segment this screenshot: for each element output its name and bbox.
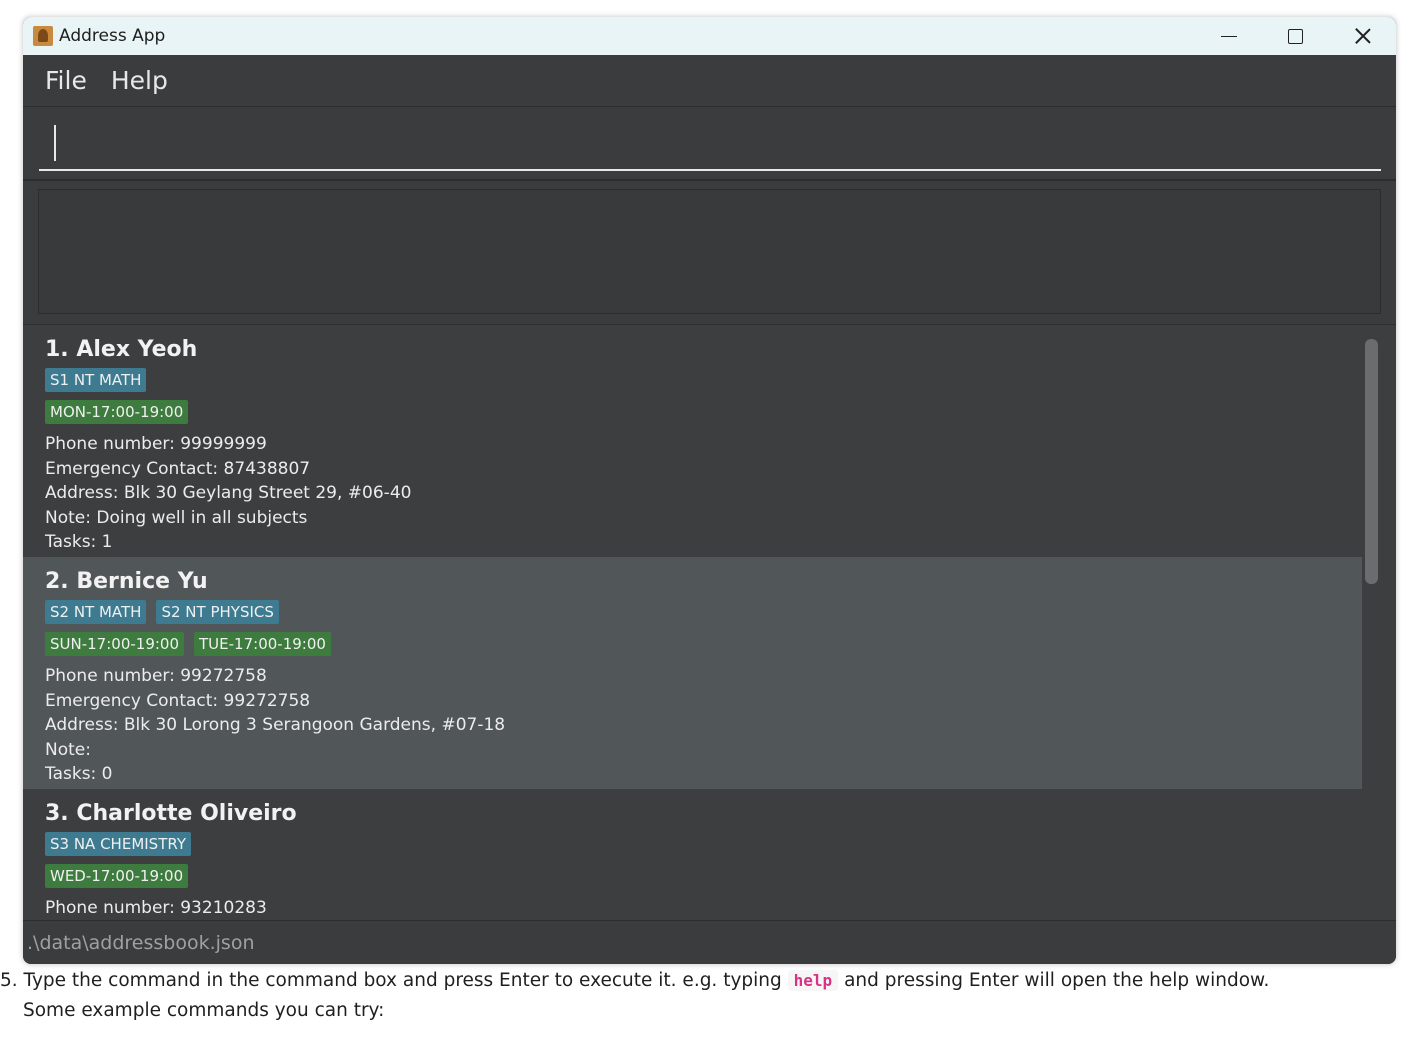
slot-tags: MON-17:00-19:00 [45,400,1340,424]
doc-step: 5. Type the command in the command box a… [0,966,1269,996]
slot-tag: MON-17:00-19:00 [45,400,189,424]
menu-bar: File Help [23,55,1396,107]
subject-tag: S1 NT MATH [45,368,147,392]
doc-text-after: and pressing Enter will open the help wi… [844,970,1270,991]
person-list[interactable]: 1. Alex Yeoh S1 NT MATH MON-17:00-19:00 … [23,325,1396,920]
subject-tag: S2 NT MATH [45,600,147,624]
title-bar[interactable]: Address App [23,17,1396,55]
address-book-icon [33,26,53,46]
menu-help[interactable]: Help [111,66,168,95]
slot-tag: SUN-17:00-19:00 [45,632,185,656]
documentation-text: 5. Type the command in the command box a… [0,966,1269,1026]
command-input[interactable] [39,115,1381,171]
person-card[interactable]: 1. Alex Yeoh S1 NT MATH MON-17:00-19:00 … [23,325,1362,557]
command-box-container [23,107,1396,181]
close-icon [1354,27,1372,45]
app-window: Address App File Help 1. Alex Yeoh S1 NT… [23,17,1396,964]
tasks: Tasks: 0 [45,764,113,784]
subject-tags: S3 NA CHEMISTRY [45,832,1340,856]
phone-number: Phone number: 99999999 [45,434,267,454]
emergency-contact: Emergency Contact: 87438807 [45,458,311,479]
note: Note: [45,739,91,760]
result-display [38,189,1381,314]
person-name: 1. Alex Yeoh [45,337,198,362]
tasks: Tasks: 1 [45,532,113,552]
save-location: .\data\addressbook.json [27,932,255,954]
doc-subtext: Some example commands you can try: [23,1000,385,1021]
note: Note: Doing well in all subjects [45,507,308,528]
doc-text-before: 5. Type the command in the command box a… [0,970,782,991]
person-card[interactable]: 3. Charlotte Oliveiro S3 NA CHEMISTRY WE… [23,789,1362,920]
subject-tag: S3 NA CHEMISTRY [45,832,191,856]
phone-number: Phone number: 99272758 [45,666,267,686]
subject-tag: S2 NT PHYSICS [156,600,279,624]
status-bar: .\data\addressbook.json [23,920,1396,964]
inline-code: help [787,970,839,991]
slot-tags: SUN-17:00-19:00 TUE-17:00-19:00 [45,632,1340,656]
slot-tag: WED-17:00-19:00 [45,864,189,888]
slot-tag: TUE-17:00-19:00 [194,632,331,656]
address: Address: Blk 30 Geylang Street 29, #06-4… [45,483,412,503]
maximize-icon [1287,28,1303,44]
address: Address: Blk 30 Lorong 3 Serangoon Garde… [45,715,506,735]
text-caret [54,125,56,161]
minimize-icon [1221,35,1237,37]
maximize-button[interactable] [1262,17,1328,55]
result-display-container [23,181,1396,326]
phone-number: Phone number: 93210283 [45,898,267,918]
emergency-contact: Emergency Contact: 99272758 [45,690,311,711]
subject-tags: S1 NT MATH [45,368,1340,392]
menu-file[interactable]: File [45,66,87,95]
person-card-selected[interactable]: 2. Bernice Yu S2 NT MATH S2 NT PHYSICS S… [23,557,1362,789]
window-title: Address App [59,26,166,46]
minimize-button[interactable] [1196,17,1262,55]
slot-tags: WED-17:00-19:00 [45,864,1340,888]
scrollbar-thumb[interactable] [1365,339,1378,584]
person-name: 3. Charlotte Oliveiro [45,801,297,826]
close-button[interactable] [1330,17,1396,55]
subject-tags: S2 NT MATH S2 NT PHYSICS [45,600,1340,624]
person-name: 2. Bernice Yu [45,569,208,594]
